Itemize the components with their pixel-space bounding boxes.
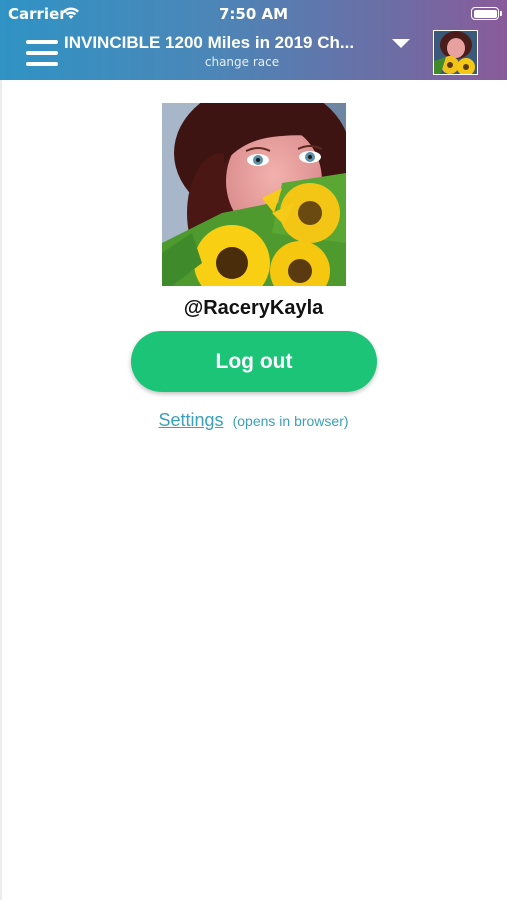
app-header: Carrier 7:50 AM INVINCIBLE 1200 Miles in… (0, 0, 507, 80)
settings-row: Settings (opens in browser) (0, 410, 507, 431)
chevron-down-icon[interactable] (392, 39, 410, 48)
opens-in-browser-note: (opens in browser) (232, 413, 349, 429)
battery-icon (471, 7, 502, 20)
hamburger-menu-icon[interactable] (26, 40, 58, 66)
status-bar: Carrier 7:50 AM (0, 0, 507, 28)
settings-link[interactable]: Settings (158, 410, 223, 430)
left-divider (0, 80, 2, 900)
nav-bar: INVINCIBLE 1200 Miles in 2019 Ch... chan… (0, 28, 507, 80)
change-race-label: change race (204, 55, 280, 69)
race-title: INVINCIBLE 1200 Miles in 2019 Ch... (64, 33, 355, 52)
avatar[interactable] (433, 30, 478, 75)
profile-photo (162, 103, 346, 286)
logout-button[interactable]: Log out (131, 331, 377, 392)
username: @RaceryKayla (183, 297, 324, 319)
race-selector[interactable]: INVINCIBLE 1200 Miles in 2019 Ch... chan… (64, 33, 420, 69)
status-time: 7:50 AM (218, 5, 289, 23)
